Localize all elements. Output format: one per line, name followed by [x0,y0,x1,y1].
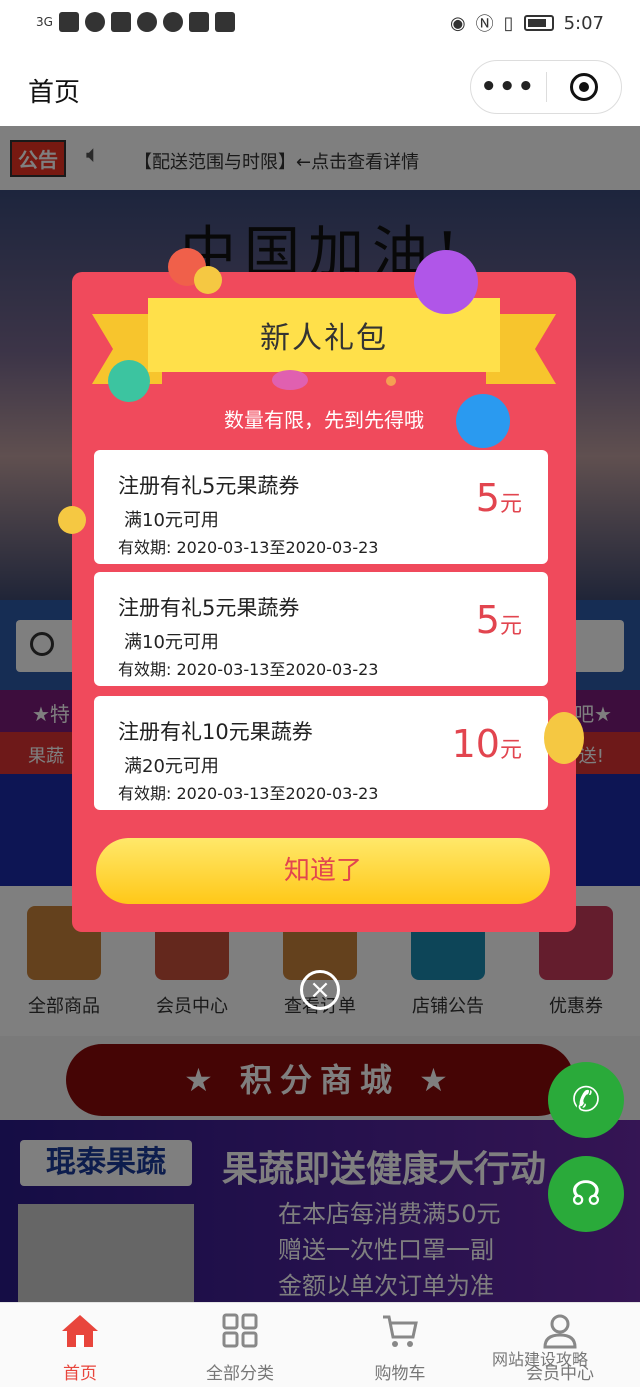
phone-icon: ✆ [571,1080,601,1120]
cart-icon [383,1315,418,1347]
coupon-name: 注册有礼5元果蔬券 [118,596,300,620]
coupon-amount-unit: 元 [499,492,522,517]
tab-home[interactable]: 首页 [0,1303,160,1387]
clock: 5:07 [563,12,604,34]
signal-icon [58,12,79,32]
wechat-icon [162,12,183,32]
network-type: 3G [36,15,53,29]
page-title: 首页 [28,78,81,108]
coin-icon [58,506,86,534]
status-right-icons: ◉ Ⓝ ▯ 5:07 [450,10,604,36]
tab-label: 全部分类 [206,1364,274,1384]
coupon-validity: 有效期: 2020-03-13至2020-03-23 [118,660,379,679]
battery-icon [523,15,554,31]
coin-icon [544,712,584,764]
coupon-condition: 满10元可用 [124,510,219,531]
decor-ball [414,250,478,314]
coupon-amount: 5元 [476,598,522,642]
coupon-card[interactable]: 注册有礼5元果蔬券 满10元可用 有效期: 2020-03-13至2020-03… [94,572,548,686]
coupon-amount-value: 5 [475,476,500,520]
more-dots-icon[interactable]: ••• [471,60,546,114]
coupon-amount-unit: 元 [499,614,522,639]
wifi-icon [84,12,105,32]
qq-icon [136,12,157,32]
status-left-icons: 3G [36,12,235,32]
tab-all-categories[interactable]: 全部分类 [160,1303,320,1387]
headset-icon: ☊ [570,1174,602,1214]
coupon-amount: 10元 [452,722,522,766]
home-icon [62,1315,98,1347]
tab-cart[interactable]: 购物车 [320,1303,480,1387]
got-it-button[interactable]: 知道了 [96,838,550,904]
decor-ball [272,370,308,390]
nfc-icon: Ⓝ [475,14,494,35]
eye-icon: ◉ [449,12,466,34]
coupon-amount-value: 10 [451,722,500,766]
popup-title: 新人礼包 [260,321,388,356]
watermark: 网站建设攻略 [492,1350,589,1369]
tab-label: 购物车 [374,1364,426,1384]
decor-ball [108,360,150,402]
coupon-card[interactable]: 注册有礼5元果蔬券 满10元可用 有效期: 2020-03-13至2020-03… [94,450,548,564]
vibrate-icon: ▯ [503,12,514,34]
coupon-card[interactable]: 注册有礼10元果蔬券 满20元可用 有效期: 2020-03-13至2020-0… [94,696,548,810]
coupon-name: 注册有礼10元果蔬券 [118,720,313,744]
decor-ball [386,376,396,386]
coupon-amount-value: 5 [475,598,500,642]
grid-icon [222,1313,258,1348]
coupon-name: 注册有礼5元果蔬券 [118,474,300,498]
coupon-validity: 有效期: 2020-03-13至2020-03-23 [118,538,379,557]
coupon-validity: 有效期: 2020-03-13至2020-03-23 [118,784,379,803]
mini-program-capsule: ••• [470,60,622,114]
close-mini-program-button[interactable] [547,73,622,101]
info-icon [188,12,209,32]
coupon-condition: 满20元可用 [124,756,219,777]
status-bar: 3G ◉ Ⓝ ▯ 5:07 [0,0,640,48]
tab-bar: 首页 全部分类 购物车 会员中心 [0,1302,640,1387]
app-notification-icon [110,12,131,32]
customer-service-button[interactable]: ☊ [548,1156,624,1232]
phone-button[interactable]: ✆ [548,1062,624,1138]
tab-member-center[interactable]: 会员中心 [480,1303,640,1387]
shield-icon [214,12,235,32]
coupon-amount: 5元 [476,476,522,520]
coupon-condition: 满10元可用 [124,632,219,653]
coin-icon [194,266,222,294]
decor-ball [456,394,510,448]
close-popup-button[interactable]: × [300,970,340,1010]
tab-label: 首页 [63,1364,97,1384]
coupon-amount-unit: 元 [499,738,522,763]
nav-bar: 首页 ••• [0,48,640,126]
user-icon [543,1314,577,1349]
target-icon [569,73,598,101]
